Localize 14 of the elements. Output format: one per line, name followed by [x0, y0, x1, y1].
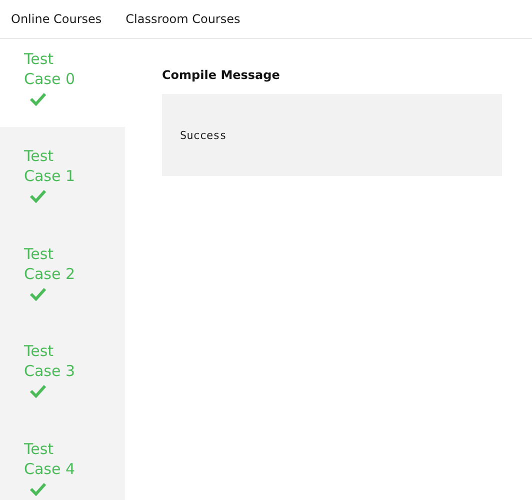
test-case-tab[interactable]: Test Case 1	[0, 127, 125, 224]
test-case-tab[interactable]: Test Case 0	[0, 39, 125, 127]
test-case-label: Test Case 2	[24, 244, 76, 284]
test-case-label: Test Case 3	[24, 341, 76, 381]
test-case-label: Test Case 4	[24, 438, 76, 478]
compile-message: Success	[180, 128, 226, 142]
section-heading: Compile Message	[162, 68, 281, 82]
test-case-label: Test Case 1	[24, 146, 76, 186]
test-case-tab[interactable]: Test Case 4	[0, 420, 125, 500]
nav-link[interactable]: Classroom Courses	[126, 12, 240, 26]
test-case-tab[interactable]: Test Case 2	[0, 224, 125, 322]
nav-link[interactable]: Online Courses	[11, 12, 102, 26]
test-case-label: Test Case 0	[24, 49, 76, 89]
test-case-tab[interactable]: Test Case 3	[0, 322, 125, 420]
